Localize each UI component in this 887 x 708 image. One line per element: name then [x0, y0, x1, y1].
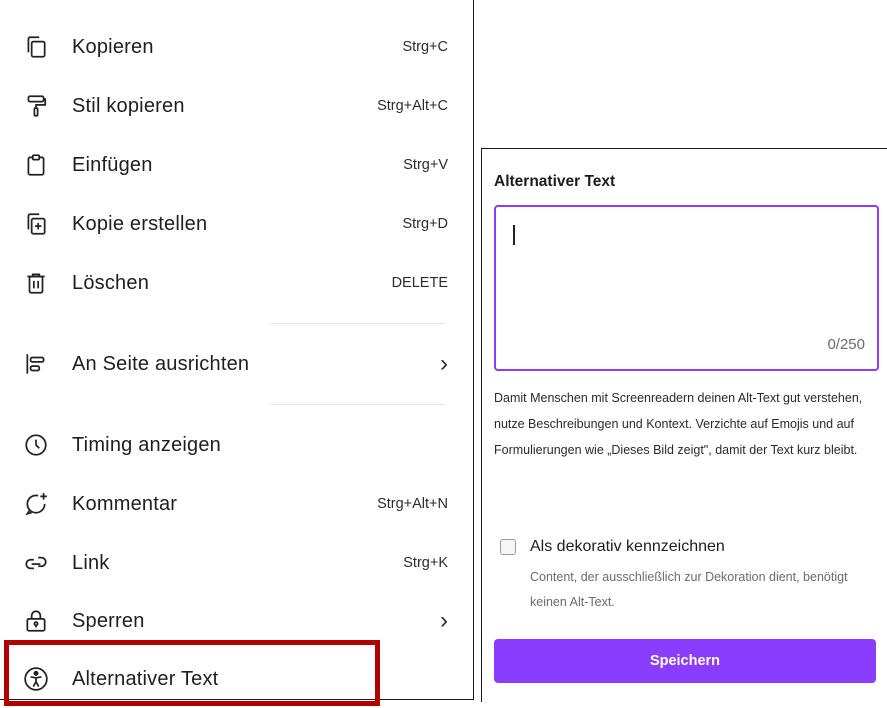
- menu-divider: [270, 323, 446, 324]
- help-text: Damit Menschen mit Screenreadern deinen …: [494, 391, 863, 457]
- shortcut-text: DELETE: [391, 275, 448, 291]
- menu-item-stil-kopieren[interactable]: Stil kopieren Strg+Alt+C: [0, 77, 472, 135]
- menu-item-loeschen[interactable]: Löschen DELETE: [0, 254, 472, 312]
- shortcut-text: Strg+Alt+N: [377, 496, 448, 512]
- menu-divider: [270, 404, 446, 405]
- clipboard-icon: [22, 151, 50, 179]
- menu-item-einfuegen[interactable]: Einfügen Strg+V: [0, 136, 472, 194]
- menu-item-label: Link: [72, 551, 110, 574]
- menu-item-label: Einfügen: [72, 153, 153, 176]
- context-menu: Kopieren Strg+C Stil kopieren Strg+Alt+C…: [0, 0, 474, 706]
- save-button[interactable]: Speichern: [494, 639, 876, 683]
- shortcut-text: Strg+K: [403, 555, 448, 571]
- menu-item-label: Kopieren: [72, 35, 154, 58]
- align-icon: [22, 350, 50, 378]
- comment-add-icon: [22, 490, 50, 518]
- menu-item-kopieren[interactable]: Kopieren Strg+C: [0, 18, 472, 76]
- copy-icon: [22, 33, 50, 61]
- clock-icon: [22, 431, 50, 459]
- decorative-checkbox[interactable]: [500, 539, 516, 555]
- trash-icon: [22, 269, 50, 297]
- menu-item-an-seite-ausrichten[interactable]: An Seite ausrichten ›: [0, 335, 472, 393]
- alt-text-input[interactable]: 0/250: [494, 205, 879, 371]
- shortcut-text: Strg+D: [402, 216, 448, 232]
- paint-roller-icon: [22, 92, 50, 120]
- shortcut-text: Strg+C: [402, 39, 448, 55]
- menu-item-label: Sperren: [72, 609, 145, 632]
- menu-item-timing-anzeigen[interactable]: Timing anzeigen: [0, 416, 472, 474]
- menu-item-sperren[interactable]: Sperren ›: [0, 592, 472, 650]
- character-counter: 0/250: [827, 336, 865, 353]
- panel-title: Alternativer Text: [494, 173, 616, 190]
- menu-item-label: Kommentar: [72, 492, 178, 515]
- menu-item-label: Stil kopieren: [72, 94, 185, 117]
- menu-item-kommentar[interactable]: Kommentar Strg+Alt+N: [0, 475, 472, 533]
- decorative-checkbox-label[interactable]: Als dekorativ kennzeichnen: [530, 538, 725, 556]
- menu-item-label: Kopie erstellen: [72, 212, 208, 235]
- menu-item-label: Timing anzeigen: [72, 433, 222, 456]
- shortcut-text: Strg+V: [403, 157, 448, 173]
- chevron-right-icon: ›: [440, 607, 448, 634]
- menu-item-link[interactable]: Link Strg+K: [0, 534, 472, 592]
- decorative-checkbox-description: Content, der ausschließlich zur Dekorati…: [530, 570, 848, 609]
- menu-item-alternativer-text[interactable]: Alternativer Text: [0, 650, 472, 708]
- duplicate-icon: [22, 210, 50, 238]
- menu-item-label: Alternativer Text: [72, 667, 219, 690]
- menu-item-label: Löschen: [72, 271, 150, 294]
- text-caret: [513, 225, 515, 245]
- accessibility-icon: [22, 665, 50, 693]
- lock-icon: [22, 607, 50, 635]
- link-icon: [22, 549, 50, 577]
- shortcut-text: Strg+Alt+C: [377, 98, 448, 114]
- alt-text-panel: Alternativer Text 0/250 Damit Menschen m…: [481, 148, 887, 702]
- menu-item-label: An Seite ausrichten: [72, 352, 250, 375]
- chevron-right-icon: ›: [440, 350, 448, 377]
- menu-item-kopie-erstellen[interactable]: Kopie erstellen Strg+D: [0, 195, 472, 253]
